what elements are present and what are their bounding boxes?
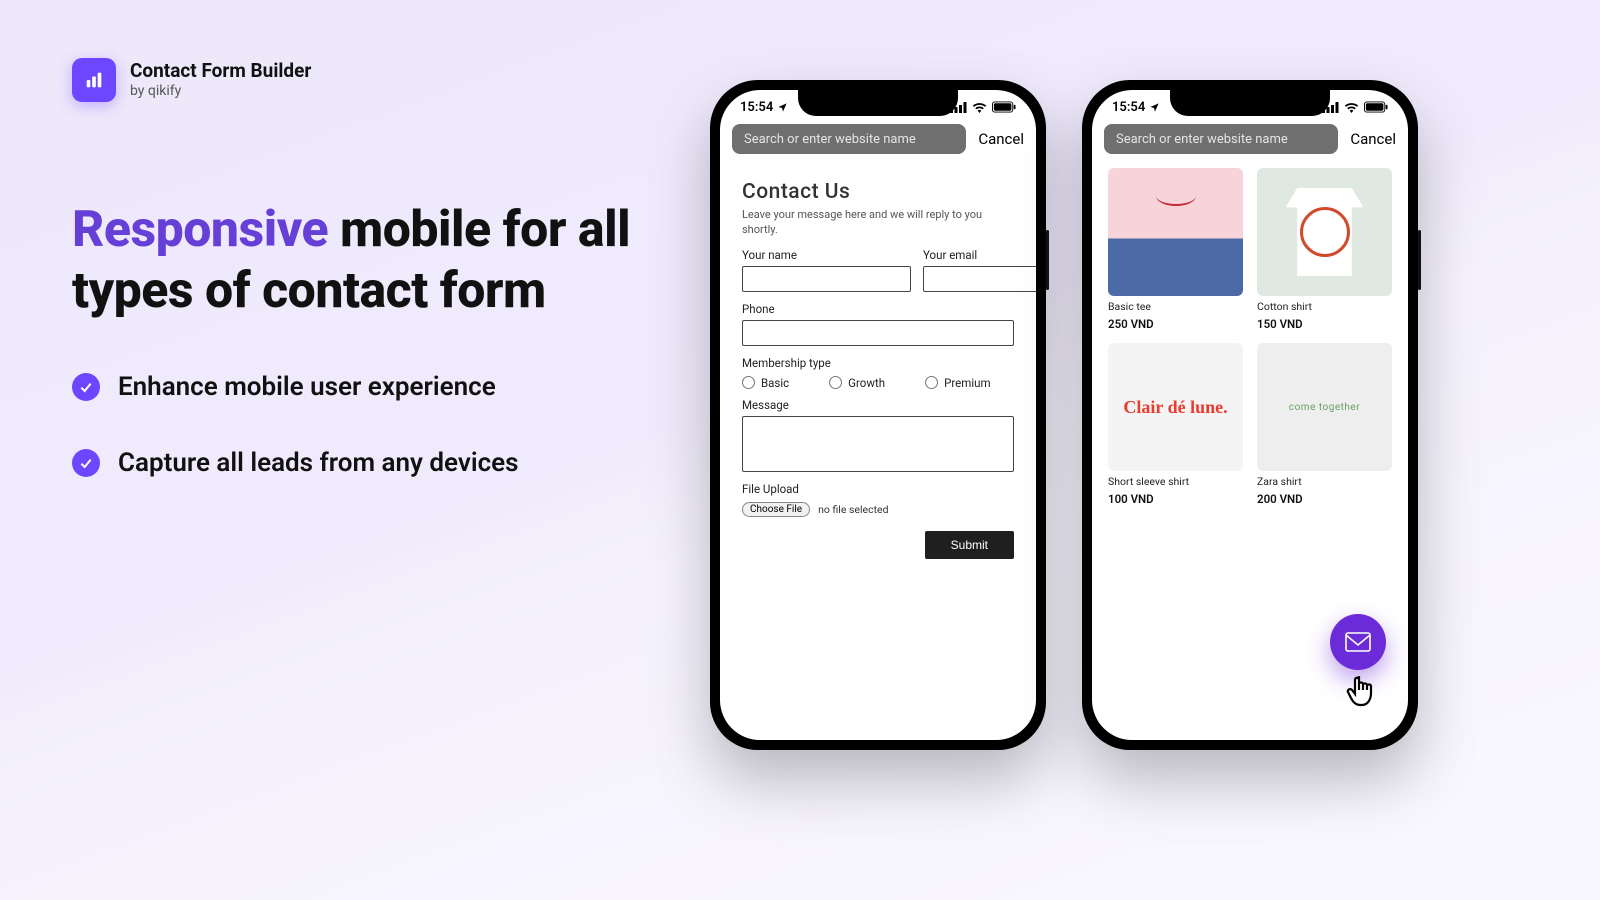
product-card[interactable]: Basic tee 250 VND xyxy=(1108,168,1243,331)
phone-contact-form: 15:54 Search or enter website name Cance… xyxy=(710,80,1046,750)
url-cancel[interactable]: Cancel xyxy=(1350,130,1396,148)
battery-icon xyxy=(992,101,1016,113)
radio-basic-label: Basic xyxy=(761,376,789,390)
email-label: Your email xyxy=(923,248,1036,262)
mail-icon xyxy=(1345,632,1371,652)
email-input[interactable] xyxy=(923,266,1036,292)
product-name: Basic tee xyxy=(1108,300,1243,313)
status-clock: 15:54 xyxy=(740,100,773,115)
file-choose-button[interactable]: Choose File xyxy=(742,502,810,517)
headline-accent: Responsive xyxy=(72,201,328,259)
radio-premium[interactable]: Premium xyxy=(925,376,990,390)
status-clock: 15:54 xyxy=(1112,100,1145,115)
battery-icon xyxy=(1364,101,1388,113)
check-icon xyxy=(72,373,100,401)
membership-label: Membership type xyxy=(742,356,1014,370)
url-cancel[interactable]: Cancel xyxy=(978,130,1024,148)
submit-button[interactable]: Submit xyxy=(925,531,1014,559)
product-image xyxy=(1257,168,1392,296)
name-input[interactable] xyxy=(742,266,911,292)
bullet-2-text: Capture all leads from any devices xyxy=(118,448,519,478)
bullet-1-text: Enhance mobile user experience xyxy=(118,372,496,402)
product-name: Cotton shirt xyxy=(1257,300,1392,313)
radio-growth[interactable]: Growth xyxy=(829,376,885,390)
phone-label: Phone xyxy=(742,302,1014,316)
radio-premium-label: Premium xyxy=(944,376,990,390)
product-name: Short sleeve shirt xyxy=(1108,475,1243,488)
product-price: 150 VND xyxy=(1257,317,1392,331)
product-image: Clair dé lune. xyxy=(1108,343,1243,471)
message-label: Message xyxy=(742,398,1014,412)
form-subtitle: Leave your message here and we will repl… xyxy=(742,208,1014,238)
phone-input[interactable] xyxy=(742,320,1014,346)
form-title: Contact Us xyxy=(742,180,1014,204)
message-input[interactable] xyxy=(742,416,1014,472)
radio-growth-label: Growth xyxy=(848,376,885,390)
file-status: no file selected xyxy=(818,503,888,516)
wifi-icon xyxy=(1344,102,1359,113)
location-icon xyxy=(1149,102,1160,113)
file-label: File Upload xyxy=(742,482,1014,496)
brand-subtitle: by qikify xyxy=(130,83,311,100)
url-bar[interactable]: Search or enter website name xyxy=(732,124,966,154)
brand-block: Contact Form Builder by qikify xyxy=(72,58,311,102)
bullet-1: Enhance mobile user experience xyxy=(72,372,640,402)
headline: Responsive mobile for all types of conta… xyxy=(72,200,640,322)
product-price: 100 VND xyxy=(1108,492,1243,506)
pointer-cursor-icon xyxy=(1346,672,1380,716)
product-card[interactable]: come together Zara shirt 200 VND xyxy=(1257,343,1392,506)
radio-basic[interactable]: Basic xyxy=(742,376,789,390)
contact-form: Contact Us Leave your message here and w… xyxy=(720,162,1036,559)
brand-logo xyxy=(72,58,116,102)
bullet-2: Capture all leads from any devices xyxy=(72,448,640,478)
bars-icon xyxy=(83,69,105,91)
product-price: 200 VND xyxy=(1257,492,1392,506)
product-price: 250 VND xyxy=(1108,317,1243,331)
check-icon xyxy=(72,449,100,477)
phone-notch xyxy=(1170,90,1330,116)
location-icon xyxy=(777,102,788,113)
product-art-text: Clair dé lune. xyxy=(1123,398,1227,417)
product-image: come together xyxy=(1257,343,1392,471)
product-card[interactable]: Clair dé lune. Short sleeve shirt 100 VN… xyxy=(1108,343,1243,506)
name-label: Your name xyxy=(742,248,911,262)
product-card[interactable]: Cotton shirt 150 VND xyxy=(1257,168,1392,331)
product-art-text: come together xyxy=(1289,402,1360,413)
brand-title: Contact Form Builder xyxy=(130,60,311,83)
url-bar[interactable]: Search or enter website name xyxy=(1104,124,1338,154)
contact-fab[interactable] xyxy=(1330,614,1386,670)
product-name: Zara shirt xyxy=(1257,475,1392,488)
product-image xyxy=(1108,168,1243,296)
wifi-icon xyxy=(972,102,987,113)
phone-notch xyxy=(798,90,958,116)
phone-product-grid: 15:54 Search or enter website name Cance… xyxy=(1082,80,1418,750)
